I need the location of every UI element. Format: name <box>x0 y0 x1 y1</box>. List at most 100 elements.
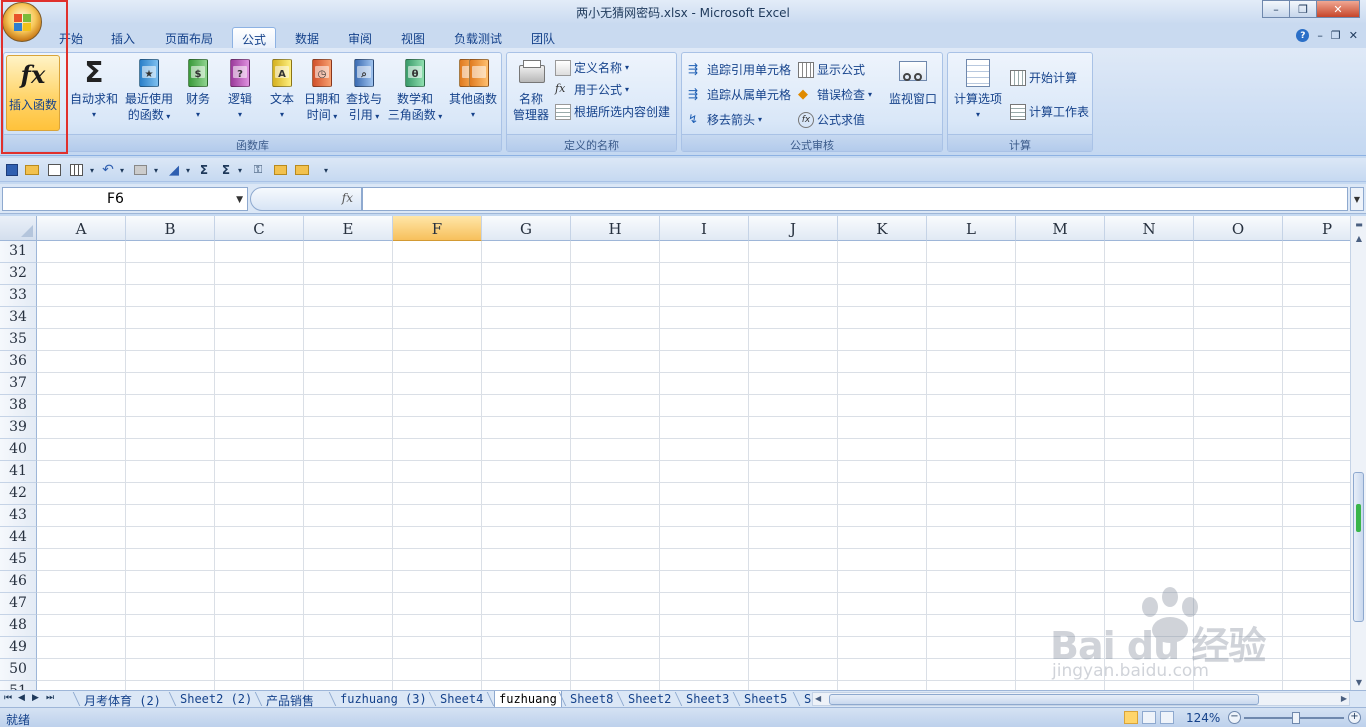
prev-sheet-icon[interactable]: ◀ <box>18 693 25 703</box>
row-header-34[interactable]: 34 <box>0 307 37 329</box>
minimize-button[interactable]: – <box>1262 0 1290 18</box>
sheet-tab[interactable]: Sheet2 <box>624 691 675 707</box>
column-header-p[interactable]: P <box>1283 216 1350 241</box>
sheet-tab[interactable]: Sheet3 <box>682 691 733 707</box>
row-header-41[interactable]: 41 <box>0 461 37 483</box>
hscroll-thumb[interactable] <box>829 694 1259 705</box>
tab-page-layout[interactable]: 页面布局 <box>158 27 220 48</box>
tab-insert[interactable]: 插入 <box>104 27 142 48</box>
page-layout-view-icon[interactable] <box>1142 711 1156 724</box>
use-in-formula-button[interactable]: fx 用于公式 ▾ <box>555 81 629 98</box>
normal-view-icon[interactable] <box>1124 711 1138 724</box>
datetime-button[interactable]: ◷ 日期和 时间 ▾ <box>300 57 344 125</box>
tab-review[interactable]: 审阅 <box>341 27 379 48</box>
calc-now-button[interactable]: 开始计算 <box>1010 69 1077 86</box>
restore-button[interactable]: ❐ <box>1289 0 1317 18</box>
layout-icon[interactable] <box>68 162 84 178</box>
insert-function-button[interactable]: fx 插入函数 <box>6 55 60 131</box>
worksheet-grid[interactable]: ABCEFGHIJKLMNOP 31 32 33 34 35 36 37 38 39 40 41 42… <box>0 216 1350 690</box>
math-button[interactable]: θ 数学和 三角函数 ▾ <box>386 57 444 125</box>
tab-load-test[interactable]: 负载测试 <box>446 27 510 48</box>
row-header-32[interactable]: 32 <box>0 263 37 285</box>
first-sheet-icon[interactable]: ⏮ <box>4 693 12 703</box>
text-button[interactable]: A 文本 ▾ <box>262 57 302 123</box>
office-button[interactable] <box>2 2 42 42</box>
column-header-i[interactable]: I <box>660 216 749 241</box>
ribbon-restore-button[interactable]: ❐ <box>1331 29 1341 42</box>
column-header-h[interactable]: H <box>571 216 660 241</box>
sum-icon[interactable]: Σ <box>196 162 212 178</box>
save-icon[interactable] <box>4 162 20 178</box>
dropdown-arrow-icon[interactable]: ▾ <box>114 162 130 178</box>
chevron-down-icon[interactable]: ▼ <box>236 195 243 205</box>
page-break-view-icon[interactable] <box>1160 711 1174 724</box>
scroll-up-icon[interactable]: ▲ <box>1352 230 1366 246</box>
sheet-tab[interactable]: Sheet4 <box>436 691 487 707</box>
insert-sheet-icon[interactable] <box>272 162 288 178</box>
column-header-c[interactable]: C <box>215 216 304 241</box>
vertical-scrollbar[interactable]: ▬ ▲ ▼ <box>1350 216 1366 690</box>
column-header-e[interactable]: E <box>304 216 393 241</box>
dropdown-arrow-icon[interactable]: ▾ <box>84 162 100 178</box>
trace-precedents-button[interactable]: ⇶ 追踪引用单元格 <box>688 61 791 78</box>
tab-home[interactable]: 开始 <box>52 27 90 48</box>
error-checking-button[interactable]: ◆ 错误检查 ▾ <box>798 86 872 103</box>
row-header-44[interactable]: 44 <box>0 527 37 549</box>
dropdown-arrow-icon[interactable]: ▾ <box>148 162 164 178</box>
row-header-33[interactable]: 33 <box>0 285 37 307</box>
help-icon[interactable]: ? <box>1296 29 1310 42</box>
scroll-left-icon[interactable]: ◀ <box>815 694 821 703</box>
column-header-k[interactable]: K <box>838 216 927 241</box>
open-folder-icon[interactable] <box>24 162 40 178</box>
zoom-in-icon[interactable]: + <box>1348 711 1361 724</box>
tab-team[interactable]: 团队 <box>524 27 562 48</box>
evaluate-formula-button[interactable]: fx 公式求值 <box>798 111 865 128</box>
sheet-tab[interactable]: fuzhuang (3) <box>336 691 431 707</box>
column-header-n[interactable]: N <box>1105 216 1194 241</box>
name-box[interactable]: F6 ▼ <box>2 187 248 211</box>
sheet-tab[interactable]: Sheet8 <box>566 691 617 707</box>
autosum-button[interactable]: Σ 自动求和 ▾ <box>68 57 120 123</box>
tab-data[interactable]: 数据 <box>288 27 326 48</box>
scroll-down-icon[interactable]: ▼ <box>1352 674 1366 690</box>
close-button[interactable]: ✕ <box>1316 0 1360 18</box>
tab-formulas[interactable]: 公式 <box>232 27 276 48</box>
select-all-button[interactable] <box>0 216 37 241</box>
lookup-button[interactable]: ⌕ 查找与 引用 ▾ <box>342 57 386 125</box>
row-header-51[interactable]: 51 <box>0 681 37 690</box>
zoom-level[interactable]: 124% <box>1186 711 1220 725</box>
sheet-tab[interactable]: 产品销售 <box>262 691 318 708</box>
sheet-tab[interactable]: fuzhuang <box>494 691 562 707</box>
sheet-tab[interactable]: Sheet2 (2) <box>176 691 256 707</box>
row-header-39[interactable]: 39 <box>0 417 37 439</box>
ribbon-minimize-button[interactable]: – <box>1317 29 1323 42</box>
folder-icon[interactable] <box>294 162 310 178</box>
dropdown-arrow-icon[interactable]: ▾ <box>232 162 248 178</box>
column-header-g[interactable]: G <box>482 216 571 241</box>
row-header-48[interactable]: 48 <box>0 615 37 637</box>
row-header-50[interactable]: 50 <box>0 659 37 681</box>
define-name-button[interactable]: 定义名称 ▾ <box>555 59 629 76</box>
horizontal-scrollbar[interactable]: ◀ ▶ <box>812 692 1350 706</box>
show-formulas-button[interactable]: 显示公式 <box>798 61 865 78</box>
calc-options-button[interactable]: 计算选项 ▾ <box>950 57 1006 123</box>
row-header-31[interactable]: 31 <box>0 241 37 263</box>
row-header-38[interactable]: 38 <box>0 395 37 417</box>
column-header-f[interactable]: F <box>393 216 482 241</box>
watch-window-button[interactable]: 监视窗口 <box>886 57 940 107</box>
column-header-a[interactable]: A <box>37 216 126 241</box>
print-preview-icon[interactable] <box>46 162 62 178</box>
scroll-right-icon[interactable]: ▶ <box>1341 694 1347 703</box>
cell-area[interactable] <box>37 241 1350 690</box>
expand-formula-bar-icon[interactable]: ▼ <box>1350 187 1364 211</box>
ribbon-close-button[interactable]: ✕ <box>1349 29 1358 42</box>
customize-qat-icon[interactable]: ▾ <box>318 162 334 178</box>
more-functions-button[interactable]: 其他函数 ▾ <box>446 57 500 123</box>
dropdown-arrow-icon[interactable]: ▾ <box>180 162 196 178</box>
fx-button[interactable]: fx <box>342 191 353 205</box>
row-header-43[interactable]: 43 <box>0 505 37 527</box>
recent-functions-button[interactable]: ★ 最近使用 的函数 ▾ <box>122 57 176 125</box>
key-icon[interactable]: ⚿ <box>250 162 266 178</box>
zoom-out-icon[interactable]: − <box>1228 711 1241 724</box>
next-sheet-icon[interactable]: ▶ <box>32 693 39 703</box>
